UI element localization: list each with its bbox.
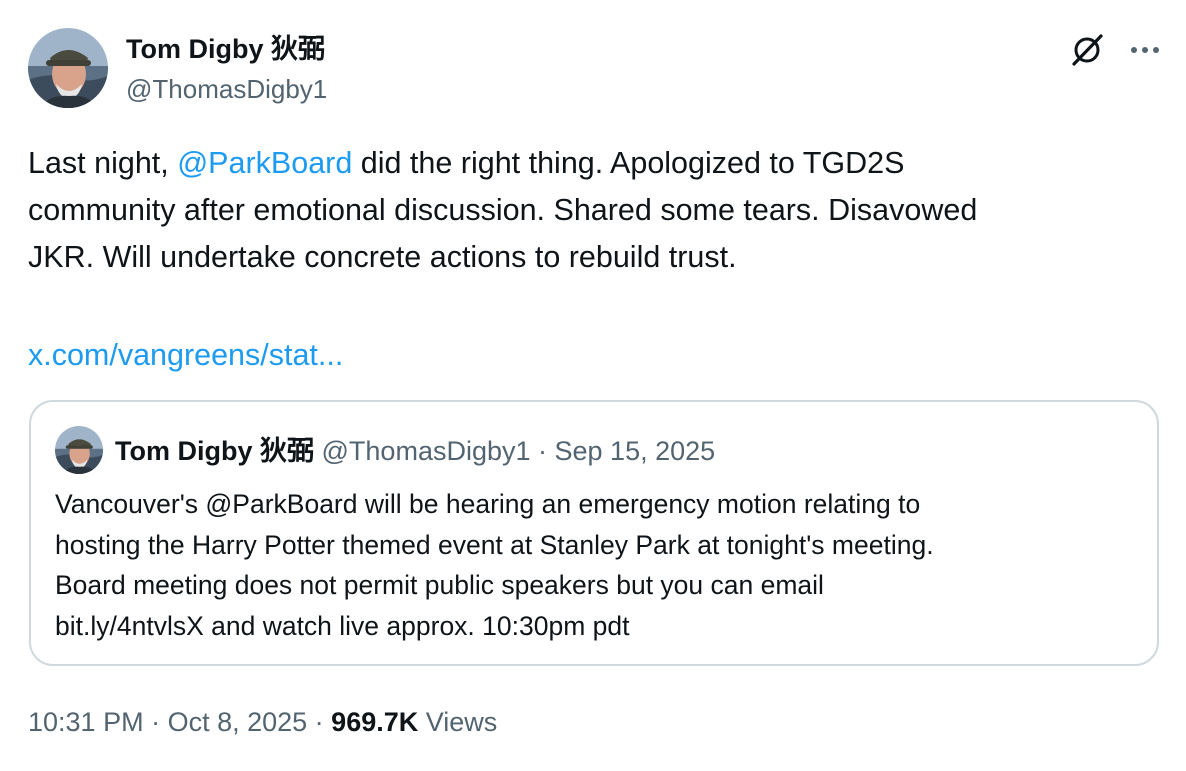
tweet-text: Last night, @ParkBoard did the right thi…: [28, 140, 1158, 281]
separator-dot: ·: [143, 707, 168, 737]
grok-icon[interactable]: [1066, 30, 1108, 70]
more-icon[interactable]: [1124, 30, 1166, 70]
tweet-text-line: community after emotional discussion. Sh…: [28, 193, 978, 227]
quote-text-line: Vancouver's @ParkBoard will be hearing a…: [55, 489, 921, 519]
quote-text-line: hosting the Harry Potter themed event at…: [55, 529, 934, 560]
tweet-time[interactable]: 10:31 PM: [28, 707, 144, 737]
views-count: 969.7K: [331, 707, 419, 737]
author-name[interactable]: Tom Digby 狄弼: [126, 33, 325, 65]
views-label: Views: [418, 707, 498, 737]
tweet-meta: 10:31 PM · Oct 8, 2025 · 969.7K Views: [28, 704, 497, 740]
mention-link[interactable]: @ParkBoard: [177, 146, 352, 180]
tweet-date[interactable]: Oct 8, 2025: [168, 707, 308, 737]
tweet-text-line: JKR. Will undertake concrete actions to …: [28, 240, 737, 274]
quote-author-handle: @ThomasDigby1: [321, 436, 531, 466]
tweet-link[interactable]: x.com/vangreens/stat...: [28, 332, 343, 379]
quote-header: Tom Digby 狄弼 @ThomasDigby1 · Sep 15, 202…: [115, 434, 715, 468]
quote-date: Sep 15, 2025: [554, 436, 716, 466]
quote-author-name: Tom Digby 狄弼: [115, 436, 314, 466]
tweet: Tom Digby 狄弼 @ThomasDigby1 Last night, @…: [0, 0, 1186, 771]
quote-text: Vancouver's @ParkBoard will be hearing a…: [55, 484, 1135, 646]
author-handle[interactable]: @ThomasDigby1: [126, 73, 327, 105]
quoted-tweet[interactable]: Tom Digby 狄弼 @ThomasDigby1 · Sep 15, 202…: [29, 400, 1159, 666]
tweet-text-segment: did the right thing. Apologized to TGD2S: [352, 146, 905, 180]
tweet-text-segment: Last night,: [28, 146, 178, 180]
tweet-text-line: Last night, @ParkBoard did the right thi…: [28, 140, 1158, 187]
avatar[interactable]: [28, 28, 108, 108]
separator-dot: ·: [307, 707, 332, 737]
quote-text-line: bit.ly/4ntvlsX and watch live approx. 10…: [55, 610, 630, 641]
quote-text-line: Board meeting does not permit public spe…: [55, 570, 824, 600]
quote-avatar: [55, 426, 103, 474]
separator-dot: ·: [530, 436, 555, 466]
